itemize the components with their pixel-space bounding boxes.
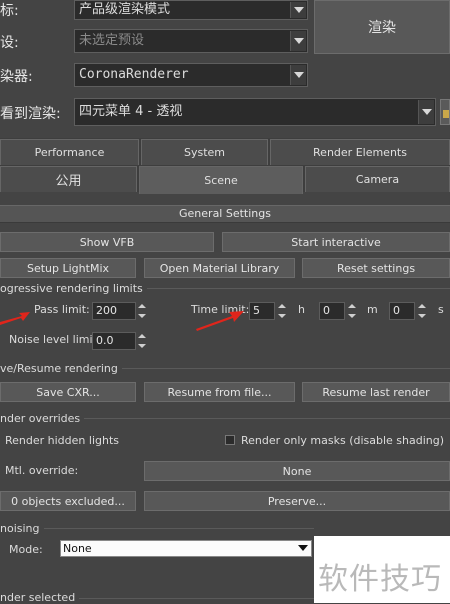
render-target-label: 标: bbox=[0, 3, 19, 19]
objects-excluded-button[interactable]: 0 objects excluded... bbox=[0, 491, 136, 511]
time-limit-hours-input[interactable]: 5 bbox=[249, 302, 275, 320]
progressive-limits-group-title: ogressive rendering limits bbox=[0, 282, 147, 295]
view-to-render-dropdown[interactable]: 四元菜单 4 - 透视 bbox=[74, 98, 436, 126]
watermark-text: 软件技巧 bbox=[318, 562, 442, 597]
view-to-render-label: 看到渲染: bbox=[0, 106, 61, 122]
render-button[interactable]: 渲染 bbox=[314, 0, 450, 54]
tab-system[interactable]: System bbox=[141, 139, 268, 165]
tab-camera[interactable]: Camera bbox=[305, 166, 450, 192]
annotation-arrow-pass-limit bbox=[0, 312, 30, 325]
seconds-unit-label: s bbox=[438, 303, 444, 316]
lock-view-button[interactable] bbox=[440, 99, 450, 125]
renderer-dropdown[interactable]: CoronaRenderer bbox=[74, 63, 308, 87]
denoising-group-title: noising bbox=[0, 522, 44, 535]
pass-limit-input[interactable]: 200 bbox=[92, 302, 136, 320]
render-only-masks-label: Render only masks (disable shading) bbox=[241, 434, 445, 447]
render-only-masks-checkbox[interactable] bbox=[225, 435, 235, 445]
time-limit-minutes-input[interactable]: 0 bbox=[319, 302, 345, 320]
pass-limit-label: Pass limit: bbox=[34, 303, 90, 316]
tab-common[interactable]: 公用 bbox=[0, 166, 137, 192]
annotation-arrow-time-limit bbox=[196, 311, 244, 331]
resume-from-file-button[interactable]: Resume from file... bbox=[144, 382, 295, 402]
resume-last-render-button[interactable]: Resume last render bbox=[302, 382, 450, 402]
save-resume-group-title: ve/Resume rendering bbox=[0, 362, 122, 375]
mtl-override-label: Mtl. override: bbox=[5, 464, 79, 477]
watermark-panel: 软件技巧 bbox=[314, 536, 450, 603]
show-vfb-button[interactable]: Show VFB bbox=[0, 232, 214, 252]
preserve-button[interactable]: Preserve... bbox=[144, 491, 450, 511]
render-target-value: 产品级渲染模式 bbox=[79, 2, 171, 17]
time-limit-hours-spinner[interactable] bbox=[277, 302, 287, 320]
denoising-mode-value: None bbox=[63, 542, 92, 555]
chevron-down-icon bbox=[290, 31, 306, 51]
chevron-down-icon bbox=[290, 2, 306, 18]
time-limit-seconds-input[interactable]: 0 bbox=[389, 302, 415, 320]
noise-level-limit-spinner[interactable] bbox=[137, 332, 147, 350]
tab-render-elements[interactable]: Render Elements bbox=[270, 139, 450, 165]
preset-value: 未选定预设 bbox=[79, 33, 145, 48]
time-limit-seconds-spinner[interactable] bbox=[417, 302, 427, 320]
chevron-down-icon bbox=[290, 65, 306, 85]
open-material-library-button[interactable]: Open Material Library bbox=[144, 258, 295, 278]
pass-limit-spinner[interactable] bbox=[137, 302, 147, 320]
render-hidden-lights-checkbox-label[interactable]: Render hidden lights bbox=[5, 434, 119, 447]
render-selected-group-title: nder selected bbox=[0, 591, 80, 604]
view-to-render-value: 四元菜单 4 - 透视 bbox=[79, 104, 183, 119]
general-settings-title: General Settings bbox=[179, 207, 271, 220]
save-cxr-button[interactable]: Save CXR... bbox=[0, 382, 136, 402]
hours-unit-label: h bbox=[298, 303, 305, 316]
general-settings-rollout-header[interactable]: General Settings bbox=[0, 205, 450, 223]
lock-icon bbox=[443, 110, 449, 118]
denoising-mode-label: Mode: bbox=[9, 543, 43, 556]
preset-dropdown[interactable]: 未选定预设 bbox=[74, 29, 308, 53]
chevron-down-icon bbox=[418, 100, 434, 124]
noise-level-limit-input[interactable]: 0.0 bbox=[92, 332, 136, 350]
preset-label: 设: bbox=[0, 35, 19, 51]
renderer-value: CoronaRenderer bbox=[79, 67, 189, 82]
minutes-unit-label: m bbox=[367, 303, 378, 316]
renderer-label: 染器: bbox=[0, 69, 33, 85]
denoising-mode-dropdown[interactable]: None bbox=[60, 540, 312, 557]
time-limit-minutes-spinner[interactable] bbox=[347, 302, 357, 320]
render-overrides-group-title: nder overrides bbox=[0, 412, 85, 425]
mtl-override-button[interactable]: None bbox=[144, 461, 450, 481]
reset-settings-button[interactable]: Reset settings bbox=[302, 258, 450, 278]
setup-lightmix-button[interactable]: Setup LightMix bbox=[0, 258, 136, 278]
start-interactive-button[interactable]: Start interactive bbox=[222, 232, 450, 252]
tab-scene[interactable]: Scene bbox=[139, 166, 303, 194]
noise-level-limit-label: Noise level limit: bbox=[9, 333, 101, 346]
tab-performance[interactable]: Performance bbox=[0, 139, 139, 165]
chevron-down-icon bbox=[298, 545, 308, 551]
render-target-dropdown[interactable]: 产品级渲染模式 bbox=[74, 0, 308, 20]
